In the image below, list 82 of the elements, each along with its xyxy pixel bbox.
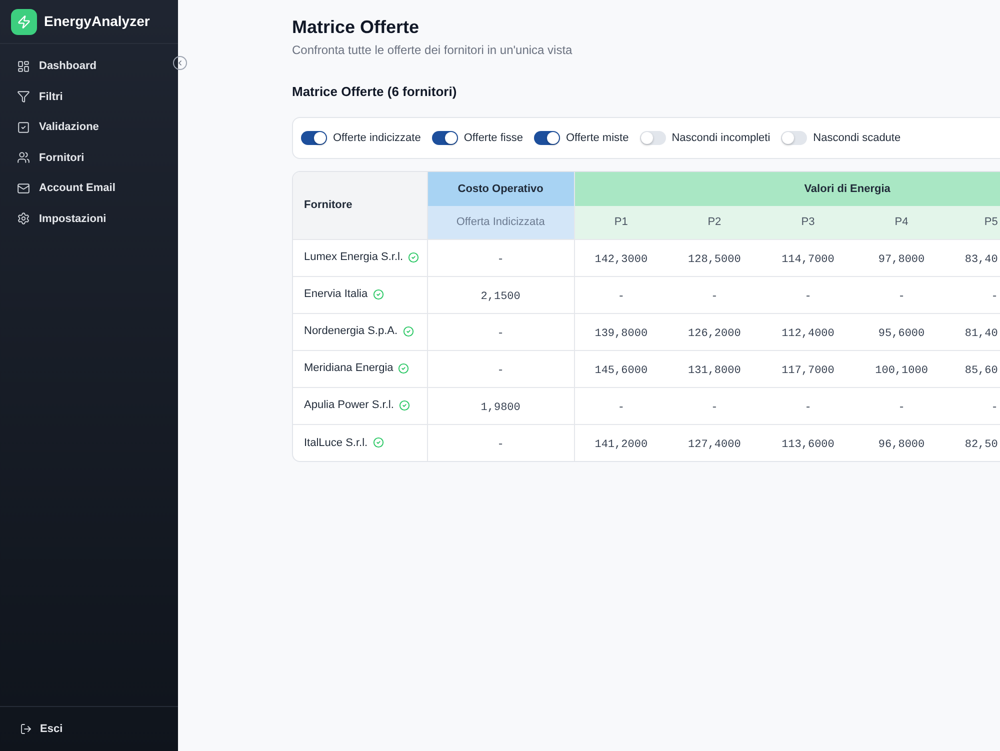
page-title: Matrice Offerte	[292, 16, 420, 39]
envelope-icon	[17, 182, 30, 195]
value-text: 82,50	[964, 438, 998, 451]
value-text: 83,40	[964, 254, 998, 266]
column-header: Offerta Indicizzata	[427, 206, 574, 239]
toggle-label: Nascondi scadute	[813, 130, 901, 146]
value-text: -	[497, 254, 504, 266]
column-header: P2	[668, 206, 762, 239]
supplier-name: Lumex Energia S.r.l.	[304, 250, 404, 266]
logo-icon	[11, 8, 37, 34]
column-group-header: Valori di Energia	[574, 172, 1000, 206]
toggle-switch[interactable]	[432, 131, 458, 145]
value-text: -	[497, 364, 504, 376]
checkbox-icon	[17, 120, 30, 134]
nav-item[interactable]: Account Email	[6, 173, 172, 204]
page-subtitle: Confronta tutte le offerte dei fornitori in un'unica vista	[292, 42, 574, 58]
value-text: 97,8000	[878, 254, 925, 266]
value-text: 114,7000	[782, 254, 834, 266]
users-icon	[17, 151, 30, 164]
column-header: P4	[854, 206, 948, 239]
column-group-header: Costo Operativo	[427, 172, 574, 206]
value-text: -	[898, 290, 905, 302]
value-text: 85,60	[964, 364, 998, 376]
toggle-switch[interactable]	[534, 131, 560, 145]
value-text: 142,3000	[594, 254, 648, 266]
supplier-name: Meridiana Energia	[304, 361, 394, 376]
supplier-name: ItalLuce S.r.l.	[304, 436, 368, 450]
value-text: -	[804, 290, 812, 302]
value-text: 81,40	[964, 328, 998, 340]
value-text: -	[618, 290, 624, 302]
value-text: -	[497, 438, 504, 451]
gear-icon	[17, 212, 30, 226]
value-text: 145,6000	[594, 364, 648, 376]
column-header: P3	[761, 206, 855, 239]
app-name: EnergyAnalyzer	[44, 12, 150, 31]
supplier-name: Apulia Power S.r.l.	[304, 398, 394, 414]
value-text: 128,5000	[688, 254, 741, 266]
collapse-sidebar-button[interactable]	[173, 56, 187, 70]
column-header: Fornitore	[293, 172, 428, 239]
grid-icon	[17, 60, 30, 73]
toggle-label: Offerte fisse	[464, 130, 523, 146]
value-text: 1,9800	[480, 402, 520, 414]
value-text: 141,2000	[594, 438, 648, 451]
value-text: -	[991, 290, 998, 302]
chevron-left-icon	[176, 59, 184, 67]
funnel-icon	[17, 90, 30, 104]
supplier-name: Nordenergia S.p.A.	[304, 324, 398, 340]
value-text: -	[497, 328, 504, 340]
toggle-label: Nascondi incompleti	[672, 130, 770, 146]
nav-item[interactable]: Validazione	[6, 112, 172, 142]
value-text: -	[618, 402, 624, 414]
column-header: P1	[574, 206, 668, 239]
nav-item[interactable]: Fornitori	[6, 142, 172, 173]
value-text: 100,1000	[875, 364, 928, 376]
nav-item[interactable]: Impostazioni	[6, 204, 172, 234]
logout-button[interactable]: Esci	[6, 714, 77, 744]
toggle-switch[interactable]	[640, 131, 666, 145]
nav-item[interactable]: Filtri	[6, 82, 172, 112]
value-text: -	[711, 290, 718, 302]
toggle-label: Offerte miste	[566, 130, 629, 146]
value-text: 96,8000	[878, 438, 925, 451]
logout-icon	[20, 723, 32, 735]
toggle-switch[interactable]	[301, 131, 327, 145]
value-text: 112,4000	[782, 328, 834, 340]
value-text: -	[991, 402, 998, 414]
value-text: 139,8000	[594, 328, 648, 340]
value-text: 117,7000	[782, 364, 834, 376]
value-text: 126,2000	[688, 328, 741, 340]
value-text: 113,6000	[782, 438, 834, 451]
value-text: 131,8000	[688, 364, 741, 376]
value-text: 127,4000	[688, 438, 741, 451]
toggle-switch[interactable]	[781, 131, 808, 145]
supplier-name: Enervia Italia	[304, 287, 368, 302]
nav-item[interactable]: Dashboard	[6, 51, 172, 82]
section-title: Matrice Offerte (6 fornitori)	[292, 83, 458, 101]
value-text: -	[804, 402, 812, 414]
toggle-label: Offerte indicizzate	[333, 130, 421, 146]
value-text: 95,6000	[878, 328, 925, 340]
column-header: P5	[948, 206, 1000, 239]
value-text: 2,1500	[480, 290, 520, 302]
value-text: -	[711, 402, 718, 414]
value-text: -	[898, 402, 905, 414]
